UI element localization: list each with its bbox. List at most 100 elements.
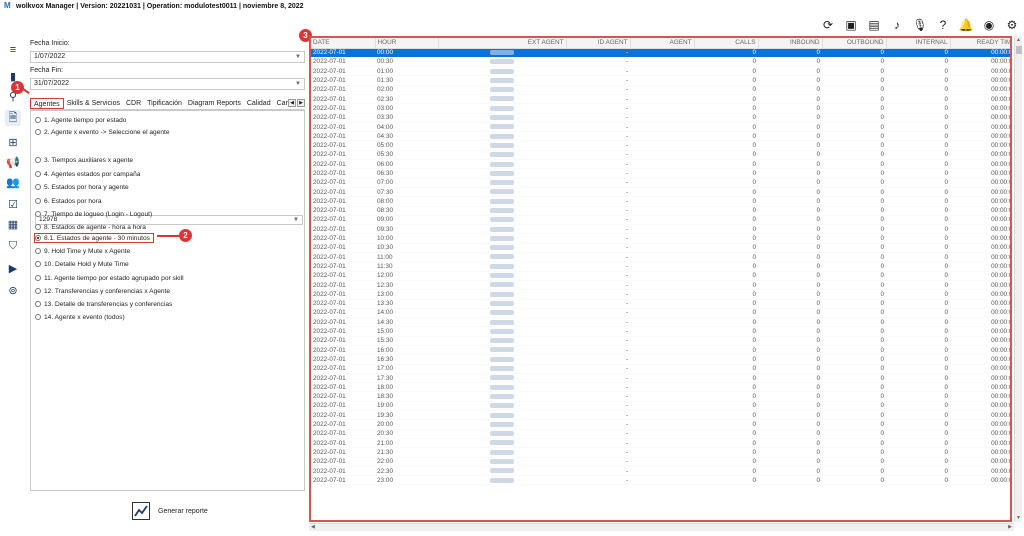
radio-button[interactable] (35, 117, 41, 123)
notes-icon[interactable]: ▣ (843, 17, 859, 33)
table-row[interactable]: 2022-07-0113:00-000000:00:0000:00:00 (311, 289, 1010, 300)
table-row[interactable]: 2022-07-0104:30-000000:00:0000:00:00 (311, 131, 1010, 142)
bell-icon[interactable]: 🔔 (958, 17, 974, 33)
table-row[interactable]: 2022-07-0111:30-000000:00:0000:00:00 (311, 261, 1010, 272)
start-date-field[interactable]: 1/07/2022 ▼ (30, 51, 305, 63)
table-row[interactable]: 2022-07-0110:30-000000:00:0000:00:00 (311, 243, 1010, 254)
table-row[interactable]: 2022-07-0114:30-000000:00:0000:00:00 (311, 317, 1010, 328)
team-icon[interactable]: 👥 (5, 174, 21, 190)
report-option[interactable]: 9. Hold Time y Mute x Agente (35, 246, 130, 256)
table-row[interactable]: 2022-07-0101:30-000000:00:0000:00:00 (311, 75, 1010, 86)
radio-button[interactable] (35, 129, 41, 135)
radio-button[interactable] (35, 211, 41, 217)
report-option[interactable]: 2. Agente x evento -> Seleccione el agen… (35, 127, 170, 137)
radio-button[interactable] (35, 184, 41, 190)
settings-icon[interactable]: ⚙ (1004, 17, 1020, 33)
report-option[interactable]: 12. Transferencias y conferencias x Agen… (35, 286, 170, 296)
menu-icon[interactable]: ≡ (5, 42, 21, 58)
table-row[interactable]: 2022-07-0116:30-000000:00:0000:00:00 (311, 354, 1010, 365)
report-option[interactable]: 6. Estados por hora (35, 196, 102, 206)
table-row[interactable]: 2022-07-0100:30-000000:00:0000:00:00 (311, 57, 1010, 68)
tab-skills-servicios[interactable]: Skills & Servicios (64, 98, 123, 109)
horizontal-scrollbar[interactable]: ◀ ▶ (309, 523, 1014, 531)
chevron-down-icon[interactable]: ▼ (293, 216, 299, 224)
tab-scroll-right-icon[interactable]: ▶ (297, 99, 305, 107)
tab-cdr[interactable]: CDR (123, 98, 144, 109)
table-row[interactable]: 2022-07-0120:00-000000:00:0000:00:00 (311, 419, 1010, 430)
table-row[interactable]: 2022-07-0112:30-000000:00:0000:00:00 (311, 280, 1010, 291)
table-row[interactable]: 2022-07-0103:00-000000:00:0000:00:00 (311, 103, 1010, 114)
chevron-down-icon[interactable]: ▼ (295, 52, 301, 62)
table-row[interactable]: 2022-07-0102:00-000000:00:0000:00:00 (311, 85, 1010, 96)
radio-button[interactable] (35, 288, 41, 294)
radio-button[interactable] (35, 235, 41, 241)
table-row[interactable]: 2022-07-0112:00-000000:00:0000:00:00 (311, 271, 1010, 281)
report-option[interactable]: 1. Agente tiempo por estado (35, 115, 126, 125)
checklist-icon[interactable]: ☑ (5, 196, 21, 212)
radio-button[interactable] (35, 198, 41, 204)
table-row[interactable]: 2022-07-0114:00-000000:00:0000:00:00 (311, 308, 1010, 319)
scroll-thumb[interactable] (1016, 46, 1022, 54)
table-row[interactable]: 2022-07-0115:00-000000:00:0000:00:00 (311, 326, 1010, 337)
hierarchy-icon[interactable]: ⊞ (5, 134, 21, 150)
table-row[interactable]: 2022-07-0119:00-000000:00:0000:00:00 (311, 401, 1010, 412)
scroll-down-icon[interactable]: ▼ (1016, 515, 1021, 521)
help-icon[interactable]: ? (935, 17, 951, 33)
tab-scroll-left-icon[interactable]: ◀ (288, 99, 296, 107)
tab-agentes[interactable]: Agentes (30, 98, 64, 109)
report-option[interactable]: 7. Tiempo de logueo (Login - Logout) (35, 209, 152, 219)
column-header[interactable]: DATE (311, 38, 376, 49)
table-row[interactable]: 2022-07-0107:30-000000:00:0000:00:00 (311, 187, 1010, 198)
column-header[interactable]: INBOUND (758, 38, 823, 49)
column-header[interactable]: ID AGENT (566, 38, 631, 49)
report-option[interactable]: 8. Estados de agente - hora a hora (35, 222, 146, 232)
column-header[interactable]: OUTBOUND (822, 38, 887, 49)
table-row[interactable]: 2022-07-0116:00-000000:00:0000:00:00 (311, 345, 1010, 356)
table-row[interactable]: 2022-07-0111:00-000000:00:0000:00:00 (311, 252, 1010, 263)
megaphone-icon[interactable]: 📢 (5, 154, 21, 170)
shield-icon[interactable]: ⛉ (5, 238, 21, 254)
report-option[interactable]: 11. Agente tiempo por estado agrupado po… (35, 273, 184, 283)
table-row[interactable]: 2022-07-0109:30-000000:00:0000:00:00 (311, 224, 1010, 235)
video-icon[interactable]: ▶ (5, 260, 21, 276)
tab-tipificaci-n[interactable]: Tipificación (144, 98, 185, 109)
scroll-left-icon[interactable]: ◀ (311, 524, 315, 530)
table-row[interactable]: 2022-07-0117:30-000000:00:0000:00:00 (311, 373, 1010, 384)
column-header[interactable]: CALLS (694, 38, 759, 49)
table-row[interactable]: 2022-07-0102:30-000000:00:0000:00:00 (311, 94, 1010, 105)
column-header[interactable]: INTERNAL (886, 38, 951, 49)
chevron-down-icon[interactable]: ▼ (295, 79, 301, 89)
table-row[interactable]: 2022-07-0121:00-000000:00:0000:00:00 (311, 438, 1010, 449)
table-row[interactable]: 2022-07-0105:30-000000:00:0000:00:00 (311, 150, 1010, 161)
report-option[interactable]: 3. Tiempos auxiliares x agente (35, 155, 133, 165)
report-option[interactable]: 14. Agente x evento (todos) (35, 312, 125, 322)
table-row[interactable]: 2022-07-0122:00-000000:00:0000:00:00 (311, 457, 1010, 467)
calculator-icon[interactable]: ▦ (5, 216, 21, 232)
end-date-field[interactable]: 31/07/2022 ▼ (30, 78, 305, 90)
column-header[interactable]: AGENT (630, 38, 695, 49)
column-header[interactable]: HOUR (375, 38, 439, 49)
radio-button[interactable] (35, 301, 41, 307)
microphone-icon[interactable]: 🎙 (912, 17, 928, 33)
radio-button[interactable] (35, 275, 41, 281)
table-row[interactable]: 2022-07-0107:00-000000:00:0000:00:00 (311, 178, 1010, 188)
report-option[interactable]: 10. Detalle Hold y Mute Time (35, 259, 129, 269)
vertical-scrollbar[interactable]: ▲ ▼ (1014, 36, 1022, 522)
radio-button[interactable] (35, 171, 41, 177)
music-note-icon[interactable]: ♪ (889, 17, 905, 33)
table-row[interactable]: 2022-07-0106:00-000000:00:0000:00:00 (311, 159, 1010, 170)
table-row[interactable]: 2022-07-0115:30-000000:00:0000:00:00 (311, 336, 1010, 347)
tab-diagram-reports[interactable]: Diagram Reports (185, 98, 244, 109)
radio-button[interactable] (35, 224, 41, 230)
table-row[interactable]: 2022-07-0119:30-000000:00:0000:00:00 (311, 410, 1010, 421)
scroll-up-icon[interactable]: ▲ (1016, 37, 1021, 43)
table-row[interactable]: 2022-07-0113:30-000000:00:0000:00:00 (311, 299, 1010, 309)
table-row[interactable]: 2022-07-0121:30-000000:00:0000:00:00 (311, 447, 1010, 458)
voicemail-icon[interactable]: ⊚ (5, 282, 21, 298)
radio-button[interactable] (35, 248, 41, 254)
user-circle-icon[interactable]: ◉ (981, 17, 997, 33)
table-row[interactable]: 2022-07-0103:30-000000:00:0000:00:00 (311, 113, 1010, 123)
table-row[interactable]: 2022-07-0117:00-000000:00:0000:00:00 (311, 364, 1010, 374)
table-row[interactable]: 2022-07-0108:30-000000:00:0000:00:00 (311, 206, 1010, 216)
id-card-icon[interactable]: ▤ (866, 17, 882, 33)
